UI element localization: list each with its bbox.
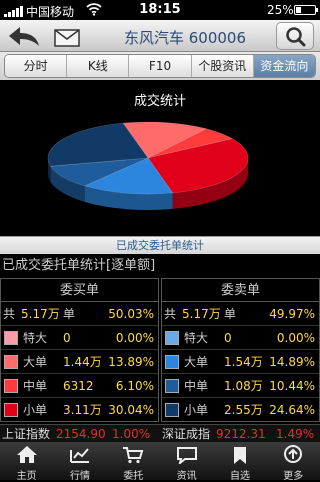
buy-category: 大单 [23,355,48,369]
envelope-icon[interactable] [54,29,80,47]
home-icon [16,446,37,463]
stats-title: 已成交委托单统计[逐单额] [0,254,320,278]
buy-total-row: 共 5.17万 单 50.03% [1,302,158,326]
buy-color-swatch [4,331,18,345]
sell-total-label: 共 [164,307,177,321]
buy-category: 中单 [23,379,48,393]
buy-category: 特大 [23,331,48,345]
sh-index-label: 上证指数 [2,427,51,441]
buy-amount: 0 [63,331,71,345]
buy-category: 小单 [23,403,48,417]
tab-1[interactable]: K线 [67,55,130,77]
tabbar-item-2[interactable]: 委托 [107,442,160,482]
search-button[interactable] [276,22,314,50]
sell-color-swatch [165,403,179,417]
battery-percent: 25% [267,3,294,17]
sz-index-change: 1.49% [276,427,315,441]
sell-row: 小单 2.55万 24.64% [162,398,319,422]
buy-row: 特大 0 0.00% [1,326,158,350]
tabs-group: 分时 K线 F10 个股资讯 资金流向 [4,54,316,78]
stats-table: 委买单 共 5.17万 单 50.03% 特大 0 0.00% 大单 1.44万 13.8… [0,278,320,422]
tabbar-item-3[interactable]: 资讯 [160,442,213,482]
buy-amount: 1.44万 [63,355,102,369]
more-arrow-icon [284,445,303,463]
pie-chart: 成交统计 [0,80,320,236]
sh-index-value: 2154.90 [56,427,106,441]
buy-row: 大单 1.44万 13.89% [1,350,158,374]
chart-caption: 已成交委托单统计 [0,236,320,254]
back-arrow-icon[interactable] [6,24,42,48]
sell-row: 中单 1.08万 10.44% [162,374,319,398]
sell-percent: 10.44% [269,379,315,393]
buy-total-amount: 5.17万 [21,307,60,321]
buy-row: 小单 3.11万 30.04% [1,398,158,422]
sell-row: 特大 0 0.00% [162,326,319,350]
sell-amount: 1.08万 [224,379,263,393]
sell-percent: 24.64% [269,403,315,417]
sell-total-unit: 单 [224,307,237,321]
sell-total-pct: 49.97% [269,307,315,321]
buy-header: 委买单 [1,279,158,302]
tab-0[interactable]: 分时 [5,55,68,77]
battery-icon [294,5,318,15]
sell-category: 中单 [184,379,209,393]
sell-category: 特大 [184,331,209,345]
sell-total-row: 共 5.17万 单 49.97% [162,302,319,326]
buy-percent: 6.10% [115,379,154,393]
search-icon [286,27,306,47]
buy-total-pct: 50.03% [108,307,154,321]
sell-total-amount: 5.17万 [182,307,221,321]
tab-4[interactable]: 资金流向 [253,55,315,77]
buy-percent: 0.00% [115,331,154,345]
bookmark-icon [233,447,246,464]
tab-2[interactable]: F10 [129,55,192,77]
tab-3[interactable]: 个股资讯 [191,55,254,77]
buy-percent: 13.89% [108,355,154,369]
buy-total-label: 共 [3,307,16,321]
sell-column: 委卖单 共 5.17万 单 49.97% 特大 0 0.00% 大单 1.54万 14.8… [161,278,320,422]
segment-tabs: 分时 K线 F10 个股资讯 资金流向 [0,52,320,80]
sell-color-swatch [165,331,179,345]
sell-amount: 2.55万 [224,403,263,417]
sell-color-swatch [165,379,179,393]
sell-color-swatch [165,355,179,369]
buy-color-swatch [4,403,18,417]
tabbar-item-1[interactable]: 行情 [53,442,106,482]
chart-title: 成交统计 [133,94,186,109]
buy-color-swatch [4,355,18,369]
sell-category: 大单 [184,355,209,369]
buy-column: 委买单 共 5.17万 单 50.03% 特大 0 0.00% 大单 1.44万 13.8… [0,278,159,422]
buy-amount: 3.11万 [63,403,102,417]
cart-icon [123,447,144,464]
sh-index-change: 1.00% [112,427,151,441]
page-title: 东风汽车 600006 [123,29,247,47]
sell-header: 委卖单 [162,279,319,302]
sell-row: 大单 1.54万 14.89% [162,350,319,374]
buy-row: 中单 6312 6.10% [1,374,158,398]
index-ticker[interactable]: 上证指数 2154.90 1.00% 深证成指 9212.31 1.49% [0,424,320,442]
sell-percent: 14.89% [269,355,315,369]
sz-index-value: 9212.31 [216,427,266,441]
buy-total-unit: 单 [63,307,76,321]
status-bar: 中国移动 18:15 25% [0,0,320,20]
chart-icon [69,448,89,463]
tabbar-item-5[interactable]: 更多 [267,442,320,482]
buy-color-swatch [4,379,18,393]
sz-index-label: 深证成指 [162,427,211,441]
sell-amount: 1.54万 [224,355,263,369]
tabbar-item-0[interactable]: 主页 [0,442,53,482]
nav-header: 东风汽车 600006 [0,20,320,52]
bottom-tab-bar: 主页 行情 委托 资讯 自选 更多 [0,442,320,482]
sell-category: 小单 [184,403,209,417]
tabbar-item-4[interactable]: 自选 [213,442,266,482]
sell-percent: 0.00% [276,331,315,345]
buy-percent: 30.04% [108,403,154,417]
chat-bubble-icon [176,447,197,464]
sell-amount: 0 [224,331,232,345]
buy-amount: 6312 [63,379,94,393]
